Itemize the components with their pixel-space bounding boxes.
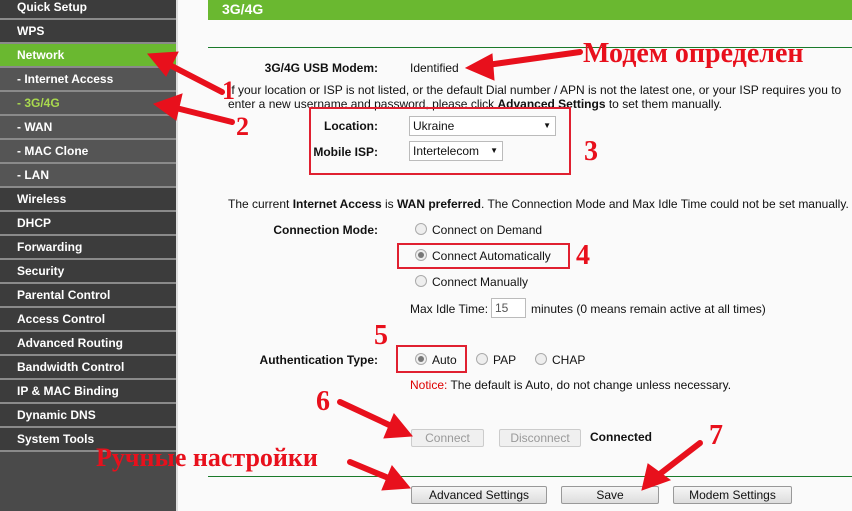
annotation-1: 1 xyxy=(222,76,235,105)
arrow-2-head xyxy=(152,93,183,121)
annotation-modem-detected: Модем определен xyxy=(583,38,804,69)
annotation-3: 3 xyxy=(584,136,598,167)
arrow-modem xyxy=(477,49,583,69)
annotation-manual: Ручные настройки xyxy=(96,443,318,472)
annotation-5: 5 xyxy=(374,320,388,351)
arrow-modem-head xyxy=(464,53,495,81)
annotation-7: 7 xyxy=(709,420,723,451)
annotation-2: 2 xyxy=(236,112,249,141)
annotation-6: 6 xyxy=(316,386,330,417)
annotation-4: 4 xyxy=(576,240,590,271)
annotation-arrows xyxy=(146,49,703,491)
